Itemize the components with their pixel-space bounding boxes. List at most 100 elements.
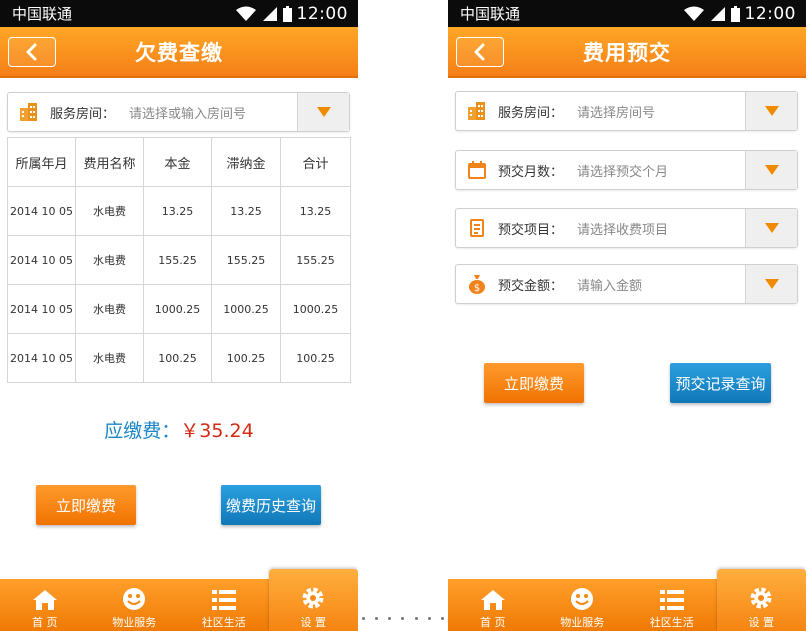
- amount-dropdown-button[interactable]: [745, 265, 797, 303]
- cell-late-fee: 13.25: [211, 186, 281, 236]
- gear-icon: [750, 587, 772, 609]
- clock: 12:00: [744, 3, 796, 24]
- gear-icon: [302, 587, 324, 609]
- cell-fee-name: 水电费: [75, 186, 144, 236]
- tab-label: 物业服务: [112, 616, 157, 629]
- wifi-icon: [683, 6, 704, 21]
- chevron-left-icon: [474, 43, 485, 61]
- tab-label: 设 置: [300, 616, 327, 629]
- cell-late-fee: 1000.25: [211, 284, 281, 334]
- dropdown-arrow-icon: [764, 106, 779, 116]
- table-row[interactable]: 2014 10 05 水电费 155.25 155.25 155.25: [7, 235, 351, 285]
- svg-text:$: $: [474, 283, 480, 294]
- amount-label: 预交金额：: [498, 278, 564, 294]
- cell-total: 1000.25: [280, 284, 351, 334]
- carrier-label: 中国联通: [12, 5, 73, 23]
- dropdown-arrow-icon: [764, 223, 779, 233]
- cell-month: 2014 10 05: [7, 235, 76, 285]
- header-month: 所属年月: [7, 137, 76, 187]
- cell-late-fee: 155.25: [211, 235, 281, 285]
- months-dropdown-button[interactable]: [745, 151, 797, 189]
- table-header-row: 所属年月 费用名称 本金 滞纳金 合计: [7, 137, 351, 187]
- clock: 12:00: [296, 3, 348, 24]
- tab-label: 设 置: [748, 616, 775, 629]
- pay-now-button[interactable]: 立即缴费: [484, 363, 584, 403]
- item-input[interactable]: 请选择收费项目: [577, 219, 745, 238]
- tab-community-life[interactable]: 社区生活: [179, 579, 269, 631]
- room-select[interactable]: 服务房间： 请选择房间号: [455, 91, 798, 131]
- payment-history-button[interactable]: 缴费历史查询: [221, 485, 321, 525]
- cell-fee-name: 水电费: [75, 333, 144, 383]
- months-input[interactable]: 请选择预交个月: [577, 161, 745, 180]
- page-title: 欠费查缴: [135, 40, 223, 65]
- tab-settings[interactable]: 设 置: [268, 569, 358, 631]
- cell-principal: 1000.25: [143, 284, 212, 334]
- building-icon: [456, 101, 498, 121]
- battery-icon: [730, 5, 740, 22]
- tab-property-service[interactable]: 物业服务: [90, 579, 180, 631]
- right-screen: 中国联通 12:00 费用预交 服务房间： 请选择房间号 预交月数： 请选择预交…: [448, 0, 806, 631]
- room-input[interactable]: 请选择房间号: [577, 102, 745, 121]
- prepay-records-button[interactable]: 预交记录查询: [670, 363, 771, 403]
- room-input[interactable]: 请选择或输入房间号: [129, 103, 297, 122]
- amount-input[interactable]: 请输入金额: [577, 275, 745, 294]
- carousel-dots: [360, 617, 446, 620]
- room-select[interactable]: 服务房间： 请选择或输入房间号: [7, 92, 350, 132]
- building-icon: [8, 102, 50, 122]
- room-dropdown-button[interactable]: [297, 93, 349, 131]
- amount-select[interactable]: $ 预交金额： 请输入金额: [455, 264, 798, 304]
- bottom-tab-bar: 首 页 物业服务 社区生活 设 置: [448, 569, 806, 631]
- dropdown-arrow-icon: [316, 107, 331, 117]
- tab-label: 社区生活: [201, 616, 246, 629]
- carrier-label: 中国联通: [460, 5, 521, 23]
- page-title: 费用预交: [583, 40, 671, 65]
- amount-due-label: 应缴费：: [104, 420, 181, 442]
- tab-home[interactable]: 首 页: [448, 579, 538, 631]
- arrears-table: 所属年月 费用名称 本金 滞纳金 合计 2014 10 05 水电费 13.25…: [7, 137, 351, 383]
- item-dropdown-button[interactable]: [745, 209, 797, 247]
- table-row[interactable]: 2014 10 05 水电费 100.25 100.25 100.25: [7, 333, 351, 383]
- status-bar: 中国联通 12:00: [448, 0, 806, 27]
- left-screen: 中国联通 12:00 欠费查缴 服务房间： 请选择或输入房间号 所属年月 费用名…: [0, 0, 358, 631]
- table-row[interactable]: 2014 10 05 水电费 1000.25 1000.25 1000.25: [7, 284, 351, 334]
- back-button[interactable]: [456, 37, 504, 67]
- months-label: 预交月数：: [498, 164, 564, 180]
- tab-label: 物业服务: [560, 616, 605, 629]
- home-icon: [32, 590, 57, 610]
- chevron-left-icon: [26, 43, 37, 61]
- tab-label: 首 页: [480, 616, 506, 629]
- tab-label: 首 页: [32, 616, 58, 629]
- item-select[interactable]: 预交项目： 请选择收费项目: [455, 208, 798, 248]
- cell-principal: 155.25: [143, 235, 212, 285]
- tab-home[interactable]: 首 页: [0, 579, 90, 631]
- tab-settings[interactable]: 设 置: [716, 569, 806, 631]
- tab-property-service[interactable]: 物业服务: [538, 579, 628, 631]
- cell-total: 100.25: [280, 333, 351, 383]
- tab-community-life[interactable]: 社区生活: [627, 579, 717, 631]
- room-dropdown-button[interactable]: [745, 92, 797, 130]
- title-bar: 费用预交: [448, 27, 806, 78]
- amount-due-value: ￥35.24: [180, 420, 254, 442]
- battery-icon: [282, 5, 292, 22]
- cell-fee-name: 水电费: [75, 235, 144, 285]
- cell-late-fee: 100.25: [211, 333, 281, 383]
- smiley-icon: [571, 588, 594, 610]
- room-label: 服务房间：: [498, 105, 564, 121]
- document-icon: [456, 219, 498, 237]
- cell-fee-name: 水电费: [75, 284, 144, 334]
- signal-icon: [710, 6, 725, 21]
- bottom-tab-bar: 首 页 物业服务 社区生活 设 置: [0, 569, 358, 631]
- months-select[interactable]: 预交月数： 请选择预交个月: [455, 150, 798, 190]
- pay-now-button[interactable]: 立即缴费: [36, 485, 136, 525]
- smiley-icon: [123, 588, 146, 610]
- cell-principal: 100.25: [143, 333, 212, 383]
- room-label: 服务房间：: [50, 106, 116, 122]
- header-total: 合计: [280, 137, 351, 187]
- header-late-fee: 滞纳金: [211, 137, 281, 187]
- cell-total: 155.25: [280, 235, 351, 285]
- back-button[interactable]: [8, 37, 56, 67]
- header-principal: 本金: [143, 137, 212, 187]
- table-row[interactable]: 2014 10 05 水电费 13.25 13.25 13.25: [7, 186, 351, 236]
- title-bar: 欠费查缴: [0, 27, 358, 78]
- money-bag-icon: $: [456, 274, 498, 294]
